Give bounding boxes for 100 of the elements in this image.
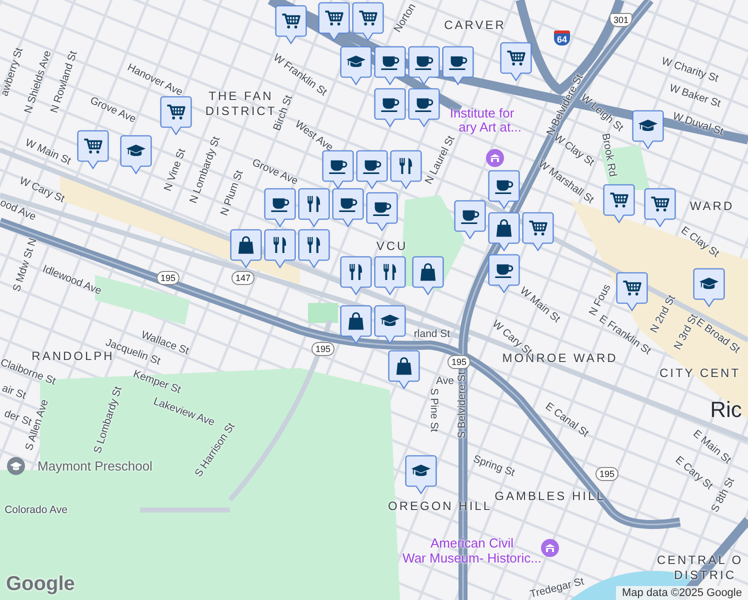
street-label: W Main St xyxy=(23,136,73,168)
map-pin[interactable] xyxy=(298,188,330,228)
map-pin[interactable] xyxy=(603,184,635,224)
map-pin[interactable] xyxy=(442,46,474,86)
neighborhood-label: DISTRIC xyxy=(674,568,736,582)
map-pin[interactable] xyxy=(408,46,440,86)
map-pin[interactable] xyxy=(644,188,676,228)
map-pin[interactable] xyxy=(298,229,330,269)
coffee-cup-icon xyxy=(271,198,290,212)
map-pin[interactable] xyxy=(322,150,354,190)
google-logo: Google xyxy=(6,573,75,596)
map-pin[interactable] xyxy=(264,188,296,228)
map-pin[interactable] xyxy=(374,88,406,128)
map-pin[interactable] xyxy=(693,268,725,308)
coffee-cup-icon xyxy=(381,56,400,70)
map-pin[interactable] xyxy=(340,305,372,345)
graduation-cap-icon[interactable] xyxy=(7,457,25,475)
city-label: Ric xyxy=(710,397,742,423)
map-pin[interactable] xyxy=(275,5,307,45)
street-label: S Belvidere St xyxy=(456,372,468,438)
map-pin[interactable] xyxy=(352,2,384,42)
map-pin[interactable] xyxy=(230,229,262,269)
graduation-cap-icon xyxy=(638,120,658,131)
street-label: Colorado Ave xyxy=(4,504,68,516)
street-label: air St xyxy=(0,382,28,402)
coffee-cup-icon xyxy=(373,202,392,216)
street-label: S Mdw St N xyxy=(10,236,40,294)
neighborhood-label: WARD xyxy=(690,199,734,213)
fork-knife-icon xyxy=(400,158,412,174)
map-pin[interactable] xyxy=(388,350,420,390)
map-pin[interactable] xyxy=(332,188,364,228)
map-pin[interactable] xyxy=(356,150,388,190)
shopping-cart-icon xyxy=(84,138,102,154)
map-pin[interactable] xyxy=(488,254,520,294)
map-pin[interactable] xyxy=(522,212,554,252)
street-label: N 2nd St xyxy=(648,293,678,335)
fork-knife-icon xyxy=(384,264,396,280)
place-label[interactable]: ary Art at... xyxy=(458,120,522,134)
street-label: Brook Rd xyxy=(599,132,619,178)
map-pin[interactable] xyxy=(160,96,192,136)
shopping-bag-icon xyxy=(348,312,364,330)
map-pin[interactable] xyxy=(77,130,109,170)
fork-knife-icon xyxy=(274,237,286,253)
map-pin[interactable] xyxy=(500,42,532,82)
shopping-cart-icon xyxy=(610,192,628,208)
street-label: Grove Ave xyxy=(250,156,300,188)
coffee-cup-icon xyxy=(329,160,348,174)
street-label: N Plum St xyxy=(218,168,246,218)
map-pin[interactable] xyxy=(318,2,350,42)
map-pin[interactable] xyxy=(412,256,444,296)
street-label: N Vine St xyxy=(162,147,188,193)
graduation-cap-icon xyxy=(380,314,400,326)
coffee-cup-icon xyxy=(495,180,514,194)
map-pin[interactable] xyxy=(454,200,486,240)
street-label: W Baker St xyxy=(668,82,722,110)
shopping-cart-icon xyxy=(651,196,670,212)
neighborhood-label: VCU xyxy=(376,239,408,253)
park-area xyxy=(308,303,338,323)
route-shield: 301 xyxy=(609,13,633,27)
map-pin[interactable] xyxy=(120,135,152,175)
shopping-cart-icon xyxy=(507,50,526,66)
street-label: S Pine St xyxy=(428,388,440,432)
place-label[interactable]: Institute for xyxy=(450,106,514,120)
coffee-cup-icon xyxy=(461,210,480,224)
neighborhood-label: THE FAN xyxy=(208,89,274,103)
museum-icon[interactable] xyxy=(541,539,559,557)
map-pin[interactable] xyxy=(488,212,520,252)
shopping-bag-icon xyxy=(396,357,412,375)
neighborhood-label: CARVER xyxy=(444,18,506,32)
map-pin[interactable] xyxy=(340,46,372,86)
coffee-cup-icon xyxy=(449,56,468,70)
map-pin[interactable] xyxy=(390,150,422,190)
map-pin[interactable] xyxy=(374,305,406,345)
neighborhood-label: DISTRICT xyxy=(205,104,277,118)
museum-icon[interactable] xyxy=(486,149,504,167)
map-pin[interactable] xyxy=(374,256,406,296)
shopping-cart-icon xyxy=(282,14,300,28)
map-pin[interactable] xyxy=(408,88,440,128)
neighborhood-label: CITY CENT xyxy=(659,366,741,380)
shopping-cart-icon xyxy=(359,10,378,26)
map-pin[interactable] xyxy=(366,192,398,232)
shopping-cart-icon xyxy=(325,10,344,26)
map-pin[interactable] xyxy=(616,272,648,312)
fork-knife-icon xyxy=(308,237,320,253)
coffee-cup-icon xyxy=(495,264,514,278)
street-label: Grove Ave xyxy=(88,94,138,126)
map-pin[interactable] xyxy=(632,110,664,150)
map-pin[interactable] xyxy=(340,256,372,296)
street-label: W Charity St xyxy=(660,55,720,85)
coffee-cup-icon xyxy=(381,98,400,112)
street-label: Ave xyxy=(436,375,454,387)
map-pin[interactable] xyxy=(264,229,296,269)
place-label[interactable]: Maymont Preschool xyxy=(38,458,152,474)
map-pin[interactable] xyxy=(405,455,437,495)
graduation-cap-icon xyxy=(699,278,719,289)
map-pin[interactable] xyxy=(374,46,406,86)
coffee-cup-icon xyxy=(363,160,382,174)
map-pin[interactable] xyxy=(488,170,520,210)
graduation-cap-icon xyxy=(126,144,146,156)
shopping-cart-icon xyxy=(623,280,642,296)
